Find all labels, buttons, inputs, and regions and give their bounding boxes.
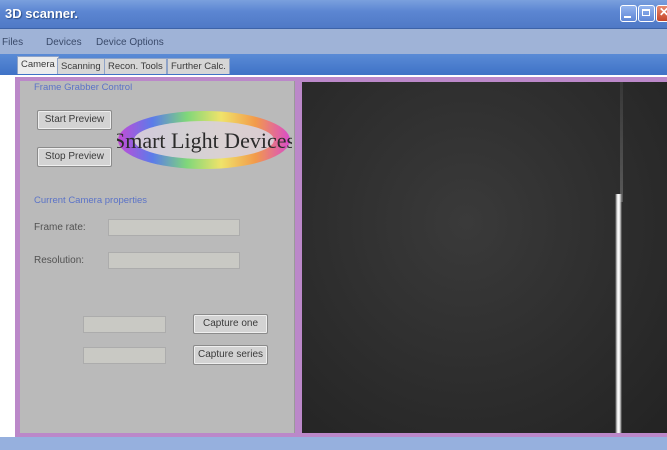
capture-one-button[interactable]: Capture one (193, 314, 268, 334)
maximize-icon (642, 9, 650, 16)
frame-grabber-group-label: Frame Grabber Control (34, 82, 133, 93)
start-preview-button[interactable]: Start Preview (37, 110, 112, 130)
capture-series-button[interactable]: Capture series (193, 345, 268, 365)
window-title: 3D scanner. (5, 6, 78, 21)
laser-line-faint (620, 82, 623, 202)
maximize-button[interactable] (638, 5, 655, 22)
resolution-label: Resolution: (34, 255, 85, 266)
menu-bar: Files Devices Device Options (0, 29, 667, 54)
resolution-field (108, 252, 240, 269)
tab-recon-tools[interactable]: Recon. Tools (104, 58, 167, 74)
tab-scanning[interactable]: Scanning (57, 58, 105, 74)
frame-rate-label: Frame rate: (34, 222, 86, 233)
camera-preview (302, 82, 667, 433)
laser-line (615, 194, 622, 433)
capture-one-field[interactable] (83, 316, 166, 333)
status-bar (0, 437, 667, 450)
stop-preview-button[interactable]: Stop Preview (37, 147, 112, 167)
menu-device-options[interactable]: Device Options (96, 37, 164, 48)
menu-devices[interactable]: Devices (46, 37, 82, 48)
close-icon: ✕ (659, 5, 667, 19)
tab-strip: Camera Scanning Recon. Tools Further Cal… (0, 54, 667, 75)
logo-text: Smart Light Devices (117, 128, 292, 153)
menu-files[interactable]: Files (2, 37, 23, 48)
capture-series-field[interactable] (83, 347, 166, 364)
app-window: 3D scanner. ✕ Files Devices Device Optio… (0, 0, 667, 450)
frame-rate-field (108, 219, 240, 236)
title-bar[interactable]: 3D scanner. ✕ (0, 0, 667, 29)
tab-camera[interactable]: Camera (17, 56, 59, 74)
camera-properties-group-label: Current Camera properties (34, 195, 147, 206)
minimize-button[interactable] (620, 5, 637, 22)
minimize-icon (624, 16, 631, 18)
tab-further-calc[interactable]: Further Calc. (167, 58, 230, 74)
smart-light-devices-logo: Smart Light Devices (117, 111, 292, 169)
close-button[interactable]: ✕ (656, 5, 667, 22)
